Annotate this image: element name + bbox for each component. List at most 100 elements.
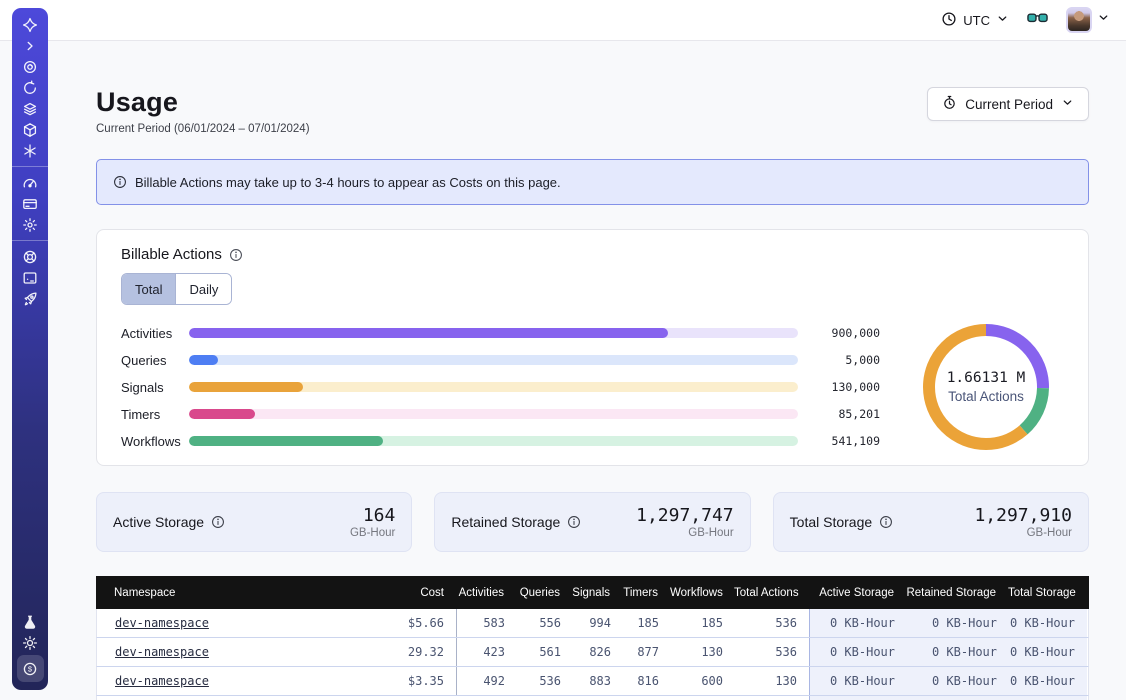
- glasses-icon: [1027, 11, 1048, 30]
- info-icon[interactable]: [567, 515, 581, 529]
- namespace-cell: dev-namespace: [97, 609, 352, 637]
- total-actions-donut-chart: 1.66131 M Total Actions: [916, 317, 1056, 457]
- timezone-label: UTC: [963, 13, 990, 28]
- namespace-link[interactable]: dev-namespace: [115, 616, 209, 630]
- total-storage-card: Total Storage 1,297,910 GB-Hour: [773, 492, 1089, 552]
- avatar: [1066, 7, 1092, 33]
- sidebar-item-rocket[interactable]: [22, 291, 38, 307]
- tab-daily[interactable]: Daily: [176, 274, 231, 304]
- bar-track: [189, 328, 798, 338]
- sidebar-item-history[interactable]: [22, 80, 38, 96]
- period-selector-button[interactable]: Current Period: [927, 87, 1089, 121]
- table-row: dev-namespace$3.354925368838166001300 KB…: [96, 667, 1089, 696]
- retained-storage-unit: GB-Hour: [636, 527, 734, 539]
- cell-activities: 423: [457, 638, 517, 666]
- tab-total[interactable]: Total: [122, 274, 176, 304]
- cell-total-storage: 0 KB-Hour: [1009, 638, 1087, 666]
- sidebar-item-terminal[interactable]: [22, 270, 38, 286]
- active-storage-card: Active Storage 164 GB-Hour: [96, 492, 412, 552]
- chevron-right-icon: [22, 38, 38, 54]
- timezone-selector[interactable]: UTC: [941, 11, 1009, 30]
- period-selector-label: Current Period: [965, 97, 1053, 112]
- sidebar-divider: [12, 166, 48, 167]
- info-icon: [113, 175, 127, 189]
- table-row: dev-namespace29.324235618268771305360 KB…: [96, 638, 1089, 667]
- sidebar-item-gear[interactable]: [22, 217, 38, 233]
- sidebar-item-sun[interactable]: [22, 635, 38, 651]
- column-header-namespace: Namespace: [96, 587, 351, 599]
- bar-track: [189, 355, 798, 365]
- sidebar-item-asterisk[interactable]: [22, 143, 38, 159]
- sidebar-item-credit-card[interactable]: [22, 196, 38, 212]
- total-actions-value: 1.66131 M: [947, 370, 1026, 386]
- active-storage-value: 164: [350, 506, 395, 526]
- clock-icon: [941, 11, 957, 30]
- billable-view-toggle: TotalDaily: [121, 273, 232, 305]
- info-icon[interactable]: [211, 515, 225, 529]
- cell-retained-storage: 0 KB-Hour: [907, 609, 1009, 637]
- bar-label: Timers: [121, 407, 189, 422]
- sidebar-item-eye[interactable]: [22, 59, 38, 75]
- bar-row-activities: Activities 900,000: [121, 320, 880, 347]
- namespace-link[interactable]: dev-namespace: [115, 645, 209, 659]
- top-bar: UTC: [0, 0, 1126, 41]
- gauge-icon: [22, 175, 38, 191]
- bar-label: Queries: [121, 353, 189, 368]
- feedback-glasses-button[interactable]: [1027, 11, 1048, 30]
- cell-workflows: 600: [671, 667, 735, 695]
- cell-active-storage: 0 KB-Hour: [809, 667, 907, 695]
- bar-track: [189, 409, 798, 419]
- namespace-cell: dev-namespace: [97, 638, 352, 666]
- credit-card-icon: [22, 196, 38, 212]
- column-header-total-actions: Total Actions: [734, 587, 808, 599]
- cell-timers: 816: [623, 667, 671, 695]
- bar-label: Activities: [121, 326, 189, 341]
- sidebar-item-lifebuoy[interactable]: [22, 249, 38, 265]
- column-header-timers: Timers: [622, 587, 670, 599]
- bar-value: 130,000: [814, 380, 880, 394]
- active-storage-label: Active Storage: [113, 514, 204, 530]
- info-icon[interactable]: [229, 248, 243, 262]
- cell-workflows: 130: [671, 638, 735, 666]
- sidebar-item-layers[interactable]: [22, 101, 38, 117]
- total-storage-unit: GB-Hour: [974, 527, 1072, 539]
- sidebar-item-dollar-coin-active[interactable]: $: [17, 655, 44, 682]
- bar-value: 541,109: [814, 434, 880, 448]
- cell-queries: 536: [517, 667, 573, 695]
- cell-activities: 583: [457, 609, 517, 637]
- layers-icon: [22, 101, 38, 117]
- stopwatch-icon: [942, 95, 957, 113]
- flask-icon: [22, 614, 38, 630]
- chevron-down-icon: [996, 12, 1009, 28]
- retained-storage-card: Retained Storage 1,297,747 GB-Hour: [434, 492, 750, 552]
- cell-signals: 826: [573, 638, 623, 666]
- rocket-icon: [22, 291, 38, 307]
- sidebar-item-gauge[interactable]: [22, 175, 38, 191]
- billable-bar-chart: Activities900,000Queries5,000Signals130,…: [121, 320, 880, 455]
- sidebar-item-chevron-right[interactable]: [22, 38, 38, 54]
- table-row: dev-namespace$5.665835569941851855360 KB…: [96, 609, 1089, 638]
- sidebar-item-cube[interactable]: [22, 122, 38, 138]
- bar-value: 900,000: [814, 326, 880, 340]
- bar-value: 85,201: [814, 407, 880, 421]
- cell-cost: 29.32: [352, 638, 457, 666]
- bar-fill: [189, 409, 255, 419]
- column-header-signals: Signals: [572, 587, 622, 599]
- lifebuoy-icon: [22, 249, 38, 265]
- sidebar-nav: $: [12, 8, 48, 690]
- namespace-link[interactable]: dev-namespace: [115, 674, 209, 688]
- bar-fill: [189, 382, 303, 392]
- namespace-usage-table: NamespaceCostActivitiesQueriesSignalsTim…: [96, 576, 1089, 700]
- cell-cost: $5.66: [352, 609, 457, 637]
- sun-icon: [22, 635, 38, 651]
- cell-signals: 883: [573, 667, 623, 695]
- retained-storage-value: 1,297,747: [636, 506, 734, 526]
- sidebar-item-flask[interactable]: [22, 614, 38, 630]
- sidebar-item-temporal-logo[interactable]: [22, 17, 38, 33]
- info-banner: Billable Actions may take up to 3-4 hour…: [96, 159, 1089, 205]
- column-header-cost: Cost: [351, 587, 456, 599]
- user-menu[interactable]: [1066, 7, 1110, 33]
- column-header-queries: Queries: [516, 587, 572, 599]
- info-icon[interactable]: [879, 515, 893, 529]
- column-header-retained-storage: Retained Storage: [906, 587, 1008, 599]
